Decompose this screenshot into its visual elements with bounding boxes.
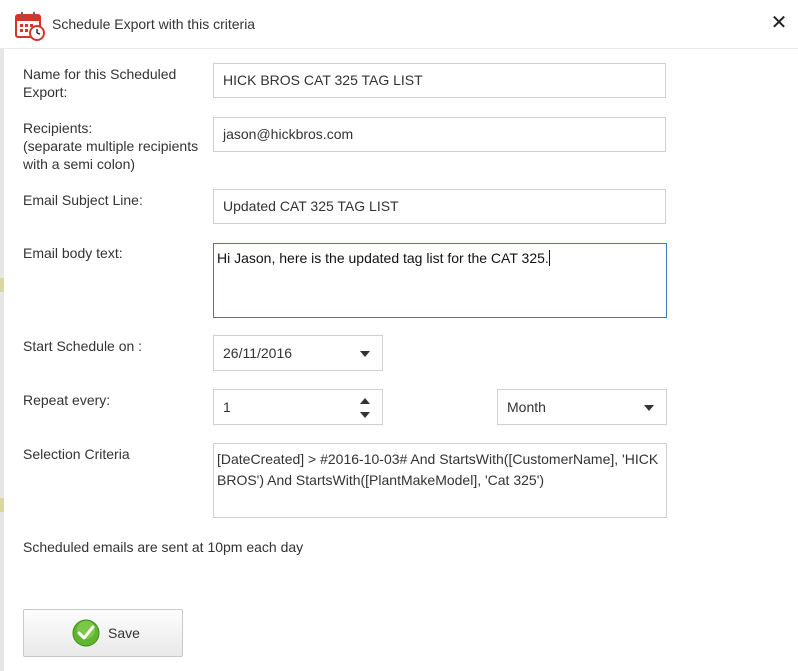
text-caret — [548, 250, 550, 266]
criteria-label: Selection Criteria — [23, 446, 130, 462]
save-button[interactable]: Save — [23, 609, 183, 657]
repeat-unit-dropdown[interactable]: Month — [497, 389, 667, 425]
name-input[interactable]: HICK BROS CAT 325 TAG LIST — [213, 63, 666, 98]
body-text: Hi Jason, here is the updated tag list f… — [217, 250, 549, 266]
start-label: Start Schedule on : — [23, 338, 143, 354]
decrement-arrow-icon[interactable] — [360, 412, 370, 418]
name-label: Name for this Scheduled Export: — [23, 66, 177, 100]
repeat-count-stepper[interactable]: 1 — [213, 389, 383, 425]
body-label: Email body text: — [23, 245, 123, 261]
increment-arrow-icon[interactable] — [360, 398, 370, 404]
subject-input[interactable]: Updated CAT 325 TAG LIST — [213, 189, 666, 224]
save-label: Save — [108, 625, 140, 641]
left-edge-strip — [0, 48, 4, 671]
chevron-down-icon[interactable] — [360, 351, 370, 357]
recipients-input[interactable]: jason@hickbros.com — [213, 117, 666, 152]
body-textarea[interactable]: Hi Jason, here is the updated tag list f… — [213, 243, 667, 318]
start-date-dropdown[interactable]: 26/11/2016 — [213, 335, 383, 371]
start-date-value: 26/11/2016 — [223, 345, 293, 361]
recipients-label: Recipients: (separate multiple recipient… — [23, 120, 199, 172]
dialog-title: Schedule Export with this criteria — [52, 16, 256, 32]
repeat-label: Repeat every: — [23, 392, 111, 408]
dialog-titlebar: Schedule Export with this criteria ✕ — [0, 0, 798, 49]
schedule-export-dialog: Schedule Export with this criteria ✕ Nam… — [0, 0, 798, 671]
repeat-unit-value: Month — [507, 399, 546, 415]
subject-label: Email Subject Line: — [23, 192, 143, 208]
close-button[interactable]: ✕ — [768, 12, 790, 34]
calendar-clock-icon — [15, 12, 45, 41]
schedule-note: Scheduled emails are sent at 10pm each d… — [23, 539, 304, 555]
repeat-count-value: 1 — [223, 399, 231, 415]
close-icon[interactable]: ✕ — [771, 12, 788, 34]
chevron-down-icon[interactable] — [644, 405, 654, 411]
green-check-icon — [72, 619, 100, 647]
criteria-textarea[interactable]: [DateCreated] > #2016-10-03# And StartsW… — [213, 443, 667, 518]
